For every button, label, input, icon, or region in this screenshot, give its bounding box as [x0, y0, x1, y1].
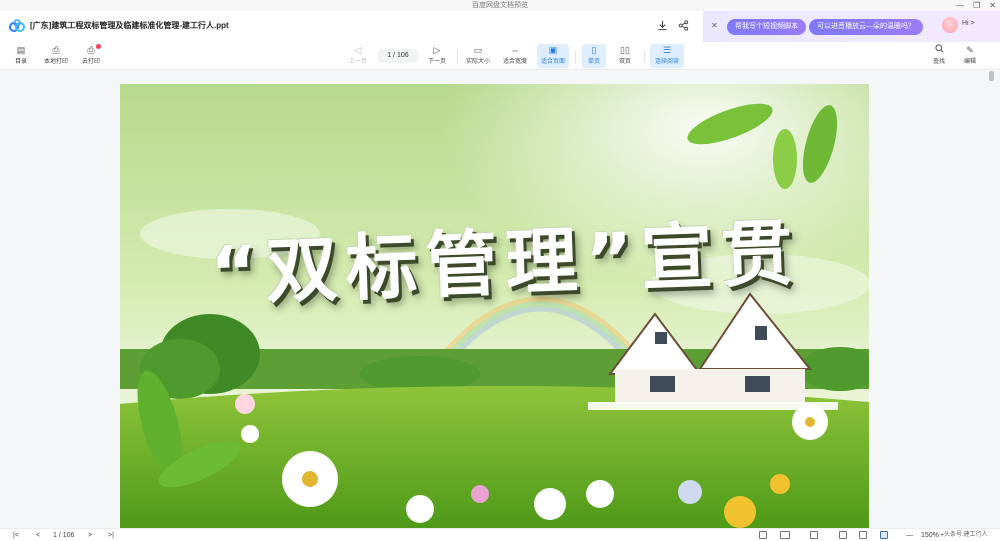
actual-size-button[interactable]: ▭ 实际大小 — [463, 44, 493, 68]
double-view-icon[interactable] — [780, 531, 790, 539]
fit-page-icon: ▣ — [548, 45, 558, 55]
document-filename: [广东]建筑工程双标管理及临建标准化管理-建工行人.ppt — [30, 21, 229, 30]
pencil-icon: ✎ — [966, 45, 974, 55]
find-label: 查找 — [932, 59, 945, 65]
slide-page-1: “双标管理”宣贯 — [120, 84, 869, 528]
toolbar-divider — [457, 50, 458, 63]
toolbar-divider — [575, 50, 576, 63]
baidu-netdisk-logo-icon — [9, 19, 25, 32]
single-page-icon: ▯ — [591, 45, 597, 55]
next-page-label: 下一页 — [427, 59, 446, 65]
actual-size-icon: ▭ — [473, 45, 483, 55]
fit-page-button[interactable]: ▣ 适合页面 — [537, 44, 569, 68]
vertical-scrollbar[interactable] — [989, 71, 994, 528]
ai-assistant-bar: ✕ 帮我写个短视频脚本 可以进音播放云—朵的温暖吗？ Hi > — [703, 11, 1000, 42]
first-page-button[interactable]: |< — [13, 530, 19, 541]
prev-page-bottom-button[interactable]: < — [36, 530, 40, 541]
cloud-print-button[interactable]: ⎙ 云打印 — [78, 44, 104, 68]
actual-size-view-icon[interactable] — [839, 531, 847, 539]
ai-bar-close-icon[interactable]: ✕ — [711, 21, 718, 30]
double-page-label: 双页 — [618, 59, 631, 65]
double-page-button[interactable]: ▯▯ 双页 — [613, 44, 637, 68]
fit-width-button[interactable]: ⇔ 适合宽度 — [500, 44, 530, 68]
zoom-out-button[interactable]: — — [906, 530, 913, 541]
actual-size-label: 实际大小 — [465, 59, 490, 65]
single-page-label: 单页 — [587, 59, 600, 65]
toc-label: 目录 — [14, 59, 27, 65]
download-icon[interactable] — [656, 20, 669, 33]
last-page-button[interactable]: >| — [108, 530, 114, 541]
watermark-text: 头条号:建工行人 — [944, 532, 988, 538]
continuous-read-label: 连续阅读 — [654, 59, 679, 65]
double-page-icon: ▯▯ — [620, 45, 630, 55]
prev-page-label: 上一页 — [348, 59, 367, 65]
bottom-status-bar: |< < 1 / 106 > >| — 150% + 头条号:建工行人 — [0, 528, 1000, 541]
next-circle-icon: ▷ — [433, 45, 441, 55]
single-view-icon[interactable] — [759, 531, 767, 539]
ai-suggestion-chip-1[interactable]: 帮我写个短视频脚本 — [727, 19, 806, 35]
ai-avatar[interactable] — [942, 17, 958, 33]
window-controls: — ❐ ✕ — [956, 0, 996, 11]
fit-page-view-icon[interactable] — [880, 531, 888, 539]
share-icon[interactable] — [677, 20, 690, 33]
local-print-label: 本地打印 — [43, 59, 68, 65]
viewer-toolbar: ▤ 目录 ⎙ 本地打印 ⎙ 云打印 ◁ 上一页 1 / 106 ▷ 下一页 ▭ … — [0, 42, 1000, 70]
fit-width-view-icon[interactable] — [859, 531, 867, 539]
ai-suggestion-chip-2[interactable]: 可以进音播放云—朵的温暖吗？ — [809, 19, 923, 35]
edit-button[interactable]: ✎ 编辑 — [960, 44, 980, 68]
single-page-button[interactable]: ▯ 单页 — [582, 44, 606, 68]
scrollbar-thumb[interactable] — [989, 71, 994, 81]
new-badge — [96, 44, 101, 49]
local-print-button[interactable]: ⎙ 本地打印 — [40, 44, 72, 68]
edit-label: 编辑 — [963, 59, 976, 65]
page-indicator[interactable]: 1 / 106 — [378, 49, 418, 63]
continuous-view-icon[interactable] — [810, 531, 818, 539]
maximize-button[interactable]: ❐ — [973, 0, 980, 11]
continuous-read-icon: ☰ — [662, 45, 672, 55]
next-page-button[interactable]: ▷ 下一页 — [424, 44, 450, 68]
slide-title: “双标管理”宣贯 — [208, 210, 803, 316]
printer-icon: ⎙ — [52, 45, 60, 55]
continuous-read-button[interactable]: ☰ 连续阅读 — [650, 44, 684, 68]
cloud-print-label: 云打印 — [81, 59, 100, 65]
fit-width-icon: ⇔ — [510, 45, 520, 55]
next-page-bottom-button[interactable]: > — [88, 530, 92, 541]
prev-page-button[interactable]: ◁ 上一页 — [345, 44, 371, 68]
toc-icon: ▤ — [16, 45, 26, 55]
window-titlebar: 百度网盘文档预览 — ❐ ✕ — [0, 0, 1000, 11]
close-window-button[interactable]: ✕ — [989, 0, 996, 11]
window-title: 百度网盘文档预览 — [472, 2, 528, 9]
fit-width-label: 适合宽度 — [502, 59, 527, 65]
toolbar-divider — [644, 50, 645, 63]
search-icon — [929, 44, 949, 56]
fit-page-label: 适合页面 — [540, 59, 565, 65]
minimize-button[interactable]: — — [956, 0, 964, 11]
ai-hi-label[interactable]: Hi > — [962, 20, 975, 27]
zoom-level: 150% — [921, 532, 939, 539]
prev-circle-icon: ◁ — [354, 45, 362, 55]
document-viewport[interactable]: “双标管理”宣贯 — [0, 71, 1000, 528]
bottom-page-indicator[interactable]: 1 / 106 — [53, 530, 74, 541]
toc-button[interactable]: ▤ 目录 — [9, 44, 33, 68]
find-button[interactable]: 查找 — [929, 44, 949, 68]
